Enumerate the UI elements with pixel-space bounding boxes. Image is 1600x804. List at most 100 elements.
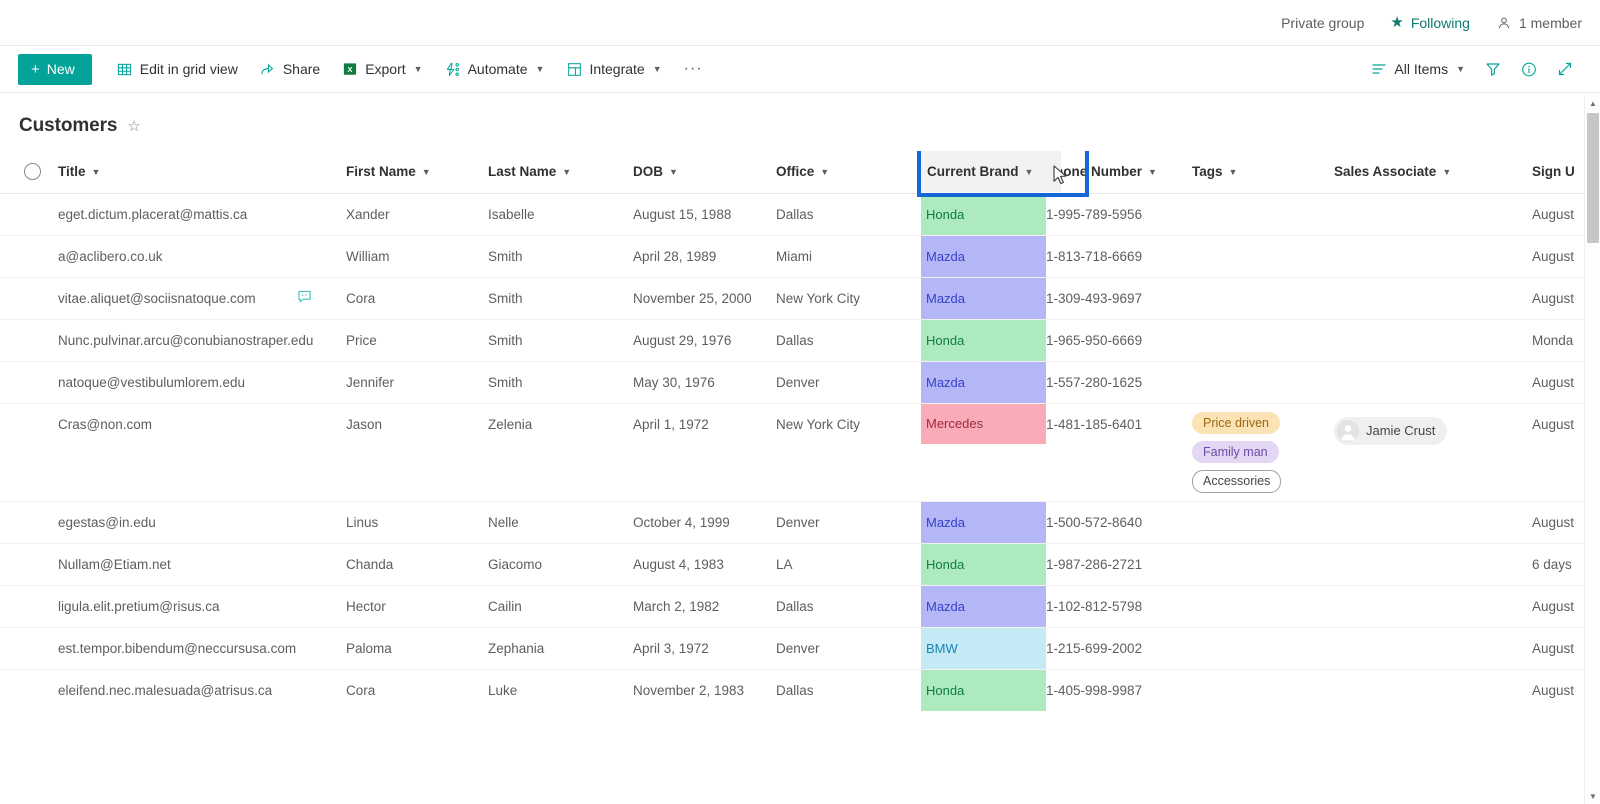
cell-sales-associate [1334, 543, 1532, 586]
cell-current-brand: Mazda [921, 585, 1046, 628]
row-select-cell[interactable] [0, 403, 58, 502]
scrollbar-thumb[interactable] [1587, 113, 1599, 243]
list-view-icon [1371, 61, 1387, 77]
header-row: Title ▼ First Name ▼ Last Name ▼ DOB ▼ Offic… [0, 151, 1600, 194]
column-header-sales-associate[interactable]: Sales Associate ▼ [1334, 151, 1532, 194]
cell-dob: October 4, 1999 [633, 501, 776, 544]
select-all-circle-icon[interactable] [24, 163, 41, 181]
cell-title[interactable]: egestas@in.edu [58, 501, 346, 544]
members-button[interactable]: 1 member [1496, 15, 1582, 31]
column-header-last-name[interactable]: Last Name ▼ [488, 151, 633, 194]
cell-title[interactable]: Cras@non.com [58, 403, 346, 502]
cell-title[interactable]: Nullam@Etiam.net [58, 543, 346, 586]
column-header-first-name[interactable]: First Name ▼ [346, 151, 488, 194]
table-row[interactable]: eleifend.nec.malesuada@atrisus.ca Cora Luk… [0, 669, 1600, 711]
following-button[interactable]: ★ Following [1390, 15, 1470, 31]
command-bar: + New Edit in grid view Share X Export ▼… [0, 46, 1600, 93]
cell-sales-associate [1334, 585, 1532, 628]
row-select-cell[interactable] [0, 585, 58, 628]
brand-chip: Honda [921, 193, 1046, 234]
row-select-cell[interactable] [0, 277, 58, 320]
row-select-cell[interactable] [0, 669, 58, 711]
tag-chip[interactable]: Price driven [1192, 411, 1280, 434]
edit-in-grid-view-button[interactable]: Edit in grid view [108, 54, 247, 85]
cell-dob: August 4, 1983 [633, 543, 776, 586]
chevron-down-icon: ▼ [1228, 166, 1238, 177]
cell-title[interactable]: a@aclibero.co.uk [58, 235, 346, 278]
table-row[interactable]: natoque@vestibulumlorem.edu Jennifer Smith… [0, 361, 1600, 404]
row-select-cell[interactable] [0, 501, 58, 544]
cell-title[interactable]: Nunc.pulvinar.arcu@conubianostraper.edu [58, 319, 346, 362]
row-select-cell[interactable] [0, 361, 58, 404]
table-row[interactable]: Nunc.pulvinar.arcu@conubianostraper.edu P… [0, 319, 1600, 362]
table-row[interactable]: eget.dictum.placerat@mattis.ca Xander Isab… [0, 193, 1600, 236]
cell-title[interactable]: ligula.elit.pretium@risus.ca [58, 585, 346, 628]
column-header-tags[interactable]: Tags ▼ [1192, 151, 1334, 194]
cell-sales-associate [1334, 193, 1532, 236]
table-row[interactable]: Nullam@Etiam.net Chanda Giacomo August 4, 1… [0, 543, 1600, 586]
table-row[interactable]: egestas@in.edu Linus Nelle October 4, 1999 D… [0, 501, 1600, 544]
cell-dob: November 2, 1983 [633, 669, 776, 711]
row-select-cell[interactable] [0, 543, 58, 586]
column-header-current-brand[interactable]: Current Brand ▼ [921, 151, 1046, 194]
row-select-cell[interactable] [0, 319, 58, 362]
tag-chip[interactable]: Family man [1192, 440, 1279, 464]
cell-sales-associate [1334, 361, 1532, 404]
grid-icon [117, 61, 133, 77]
table-row[interactable]: vitae.aliquet@sociisnatoque.com Cora Smith… [0, 277, 1600, 320]
table-row[interactable]: est.tempor.bibendum@neccursusa.com Paloma… [0, 627, 1600, 670]
row-select-cell[interactable] [0, 235, 58, 278]
cell-title-text: ligula.elit.pretium@risus.ca [58, 598, 220, 614]
details-info-button[interactable] [1512, 54, 1546, 85]
scroll-up-arrow-icon[interactable]: ▲ [1585, 95, 1600, 111]
column-label-dob: DOB [633, 164, 663, 180]
table-row[interactable]: Cras@non.com Jason Zelenia April 1, 1972 New… [0, 403, 1600, 502]
cell-title[interactable]: eleifend.nec.malesuada@atrisus.ca [58, 669, 346, 711]
chevron-down-icon: ▼ [1024, 166, 1034, 177]
cell-dob: March 2, 1982 [633, 585, 776, 628]
cell-sales-associate: Jamie Crust [1334, 403, 1532, 502]
cell-dob: May 30, 1976 [633, 361, 776, 404]
cell-title[interactable]: est.tempor.bibendum@neccursusa.com [58, 627, 346, 670]
following-label: Following [1410, 14, 1470, 31]
command-bar-left: + New Edit in grid view Share X Export ▼… [18, 53, 712, 85]
comment-icon[interactable] [297, 289, 312, 307]
table-row[interactable]: a@aclibero.co.uk William Smith April 28, 19… [0, 235, 1600, 278]
vertical-scrollbar[interactable]: ▲ ▼ [1584, 95, 1600, 804]
column-header-dob[interactable]: DOB ▼ [633, 151, 776, 194]
more-commands-button[interactable]: ··· [675, 54, 712, 85]
cell-first-name: Jennifer [346, 361, 488, 404]
row-select-cell[interactable] [0, 193, 58, 236]
cell-title[interactable]: eget.dictum.placerat@mattis.ca [58, 193, 346, 236]
column-header-title[interactable]: Title ▼ [58, 151, 346, 194]
expand-pane-button[interactable] [1548, 54, 1582, 85]
automate-button[interactable]: Automate ▼ [436, 54, 554, 85]
column-header-phone-number[interactable]: Phone Number ▼ [1046, 151, 1192, 194]
column-header-office[interactable]: Office ▼ [776, 151, 921, 194]
cell-office: Denver [776, 361, 921, 404]
share-label: Share [282, 61, 321, 77]
view-selector-button[interactable]: All Items ▼ [1362, 54, 1474, 85]
new-button[interactable]: + New [18, 53, 92, 85]
cell-title[interactable]: vitae.aliquet@sociisnatoque.com [58, 277, 346, 320]
table-row[interactable]: ligula.elit.pretium@risus.ca Hector Cailin… [0, 585, 1600, 628]
export-button[interactable]: X Export ▼ [333, 54, 431, 85]
scroll-down-arrow-icon[interactable]: ▼ [1585, 788, 1600, 804]
cell-title-text: Nullam@Etiam.net [58, 556, 171, 572]
chevron-down-icon: ▼ [1148, 166, 1157, 177]
integrate-button[interactable]: Integrate ▼ [557, 54, 670, 85]
cell-office: Dallas [776, 585, 921, 628]
filter-button[interactable] [1476, 54, 1510, 85]
cell-title-text: Cras@non.com [58, 416, 152, 432]
tag-chip[interactable]: Accessories [1192, 470, 1282, 493]
row-select-cell[interactable] [0, 627, 58, 670]
cell-title[interactable]: natoque@vestibulumlorem.edu [58, 361, 346, 404]
export-label: Export [365, 61, 406, 77]
person-chip[interactable]: Jamie Crust [1334, 416, 1448, 445]
share-button[interactable]: Share [251, 54, 329, 85]
chevron-down-icon: ▼ [1456, 64, 1465, 74]
privacy-label: Private group [1281, 15, 1364, 31]
favorite-star-icon[interactable]: ☆ [127, 119, 140, 134]
select-all-header[interactable] [0, 151, 58, 194]
cell-first-name: Cora [346, 669, 488, 711]
